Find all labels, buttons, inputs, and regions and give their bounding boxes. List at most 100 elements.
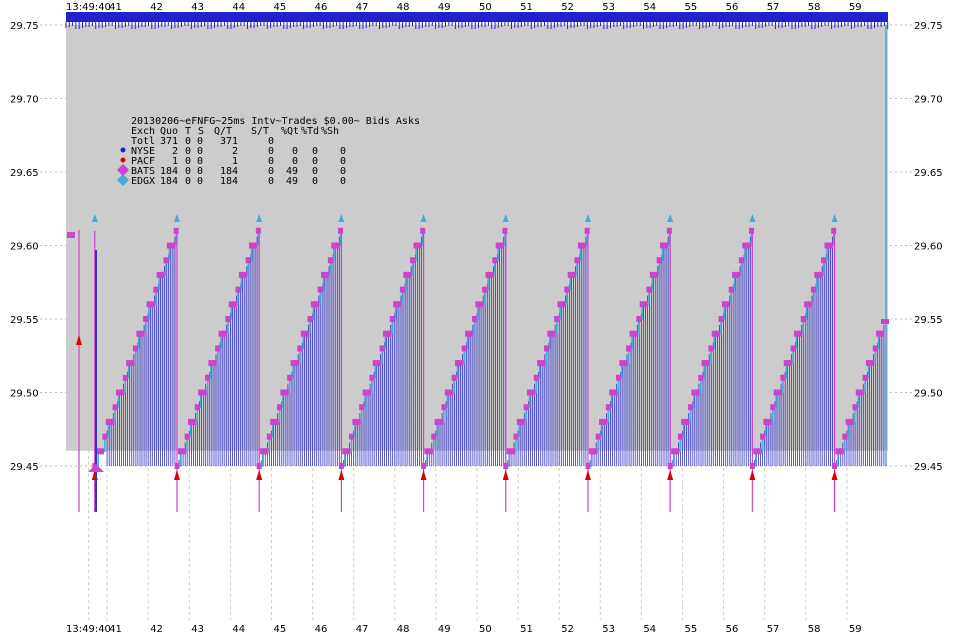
bats-marker [756,448,762,455]
bats-marker [396,301,402,308]
bats-marker [399,286,405,293]
bats-marker [760,433,766,440]
y-tick-label-left: 29.65 [10,168,39,179]
bats-marker [204,374,210,381]
bats-marker [520,418,526,425]
bats-marker [451,374,457,381]
bats-marker [780,374,786,381]
bats-marker [266,433,272,440]
pacf-arrow [584,470,591,480]
bats-marker [359,404,365,411]
bats-marker [283,389,289,396]
bats-marker [615,374,621,381]
y-tick-label-left: 29.75 [10,21,39,32]
bats-marker [448,389,454,396]
bats-marker [255,227,261,234]
bats-marker [215,345,221,352]
bats-marker [488,271,494,278]
nyse-dot-icon [120,147,126,153]
x-tick-label-top: 47 [356,2,369,13]
bats-marker [139,330,145,337]
bats-marker [324,271,330,278]
bats-marker [345,448,351,455]
plot-layer [65,12,889,512]
bats-marker [181,448,187,455]
bats-marker [389,316,395,322]
x-tick-label-bottom: 49 [438,624,451,634]
bats-marker [153,286,159,293]
bats-marker [163,257,169,264]
bats-marker [242,271,248,278]
y-tick-label-right: 29.45 [914,462,943,473]
start-triangle [88,464,104,472]
x-tick-label-bottom: 51 [520,624,533,634]
bats-marker [770,404,776,411]
x-tick-label-top: 41 [109,2,122,13]
bats-marker [513,433,519,440]
bats-marker [592,448,598,455]
bats-marker [245,257,251,264]
bats-marker [790,345,796,352]
bats-marker [560,301,566,308]
bats-marker [797,330,803,337]
bats-marker [99,448,105,455]
bats-marker [277,404,283,411]
bats-marker [334,242,340,249]
bats-marker [574,257,580,264]
x-tick-label-bottom: 57 [767,624,780,634]
bats-marker [510,448,516,455]
legend-cell-quo: 184 [160,176,178,187]
bats-marker [684,418,690,425]
bats-marker [273,418,279,425]
bats-marker [821,257,827,264]
bats-marker [622,360,628,367]
pacf-dot-icon [120,157,126,163]
x-tick-label-top: 58 [808,2,821,13]
x-tick-label-top: 42 [150,2,163,13]
bats-marker [749,227,755,234]
bats-marker [543,345,549,352]
bats-marker [129,360,135,367]
bats-marker [235,286,241,293]
x-start-label-bottom: 13:49:40 [66,624,111,634]
bats-marker [564,286,570,293]
bats-marker [327,257,333,264]
bats-marker [502,227,508,234]
bats-marker [376,360,382,367]
x-tick-label-top: 44 [232,2,245,13]
bats-marker [745,242,751,249]
pacf-arrow [173,470,180,480]
legend-cell-t: 0 [185,176,191,187]
bats-marker [287,374,293,381]
bats-marker [666,227,672,234]
x-tick-label-bottom: 43 [191,624,204,634]
bats-marker [297,345,303,352]
bats-marker [160,271,166,278]
x-tick-label-top: 52 [561,2,574,13]
bats-marker [109,418,115,425]
legend-cell-ptd: 0 [312,176,318,187]
bats-marker [708,345,714,352]
bats-marker [132,345,138,352]
bats-marker [112,404,118,411]
y-tick-label-left: 29.55 [10,315,39,326]
bats-marker [584,227,590,234]
bats-marker [441,404,447,411]
x-tick-label-bottom: 41 [109,624,122,634]
bats-marker [554,316,560,322]
bats-marker [232,301,238,308]
bats-marker [643,301,649,308]
bats-marker [438,418,444,425]
x-tick-label-bottom: 59 [849,624,862,634]
end-bats-marker [881,319,889,324]
bats-marker [859,389,865,396]
bats-marker [379,345,385,352]
bats-marker [369,374,375,381]
x-tick-label-bottom: 54 [643,624,656,634]
bats-marker [191,418,197,425]
x-tick-label-top: 49 [438,2,451,13]
bats-marker [122,374,128,381]
bats-marker [656,257,662,264]
bats-marker [184,433,190,440]
legend-cell-name: EDGX [131,176,155,187]
